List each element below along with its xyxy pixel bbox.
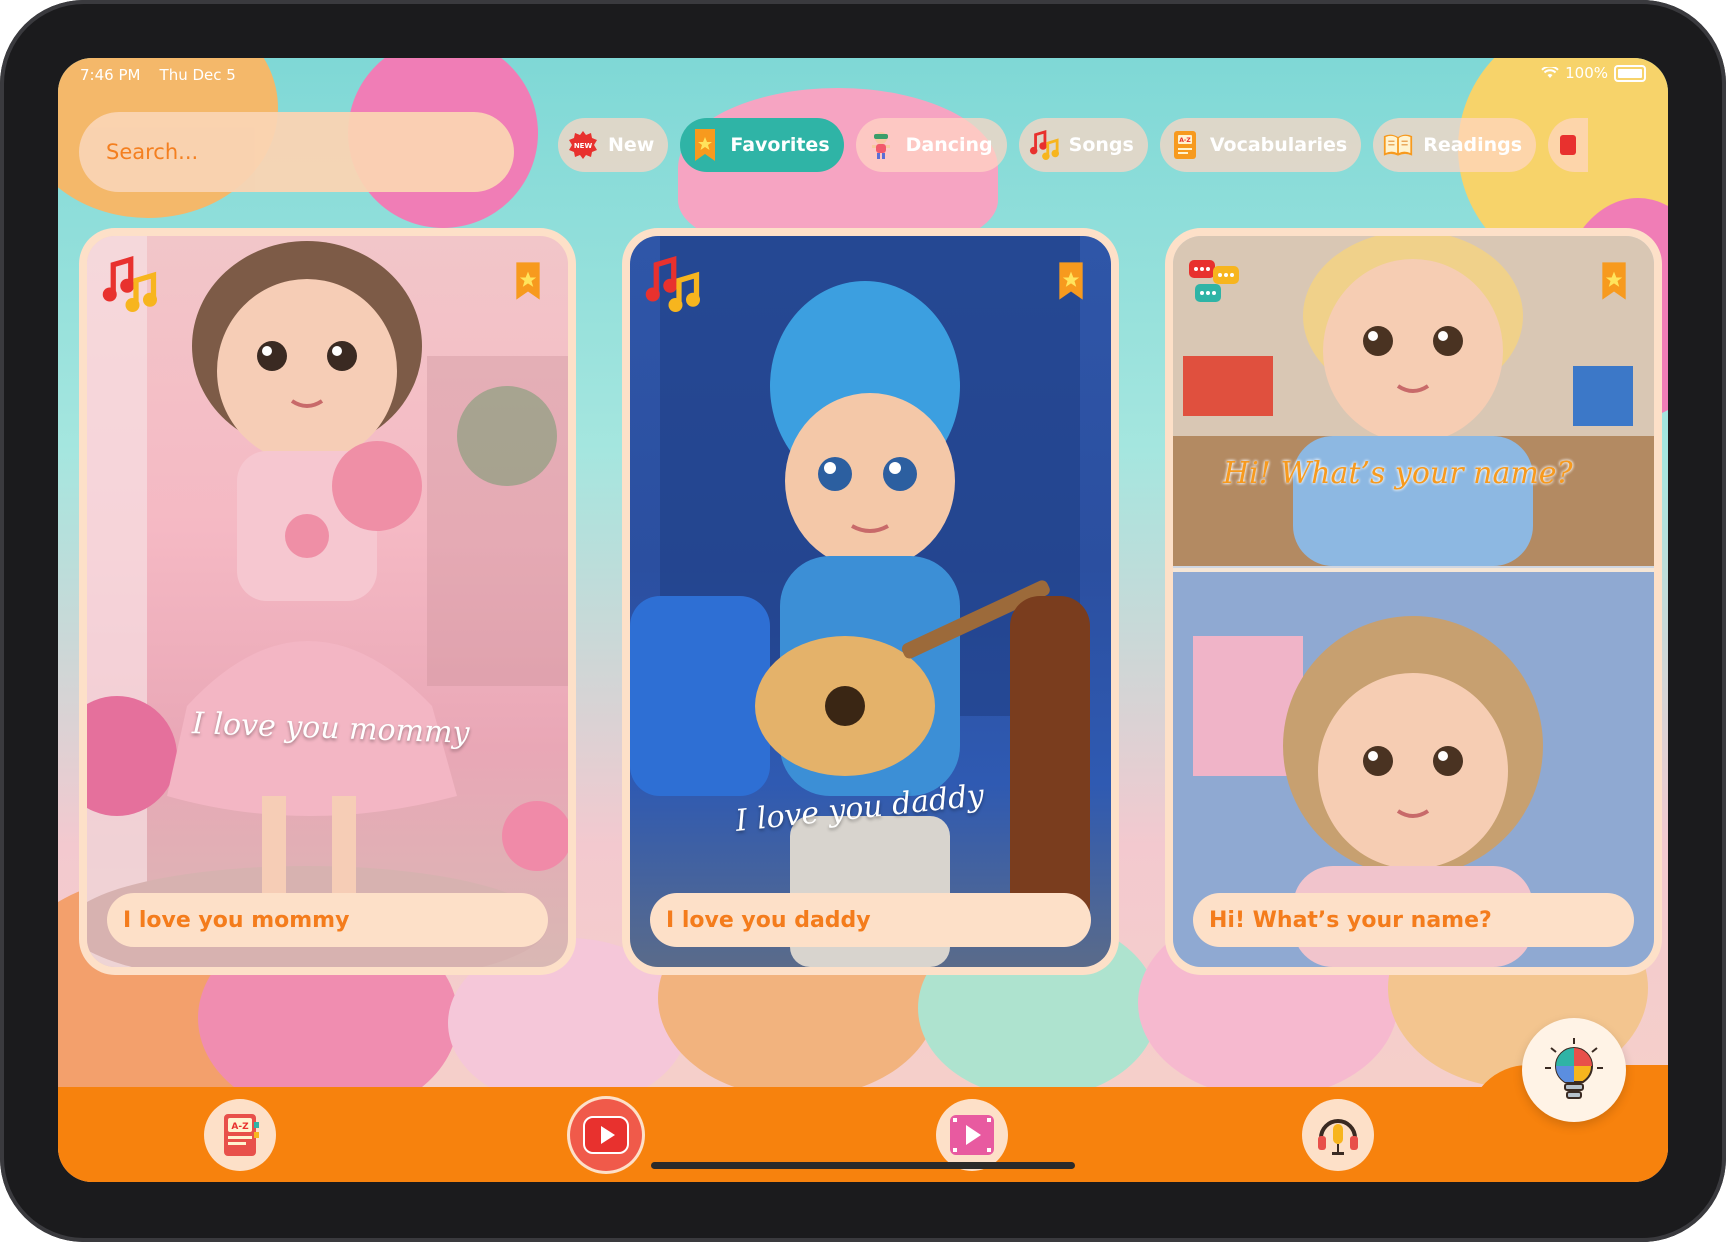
favorite-bookmark-icon[interactable] [514,259,542,303]
music-notes-icon [1029,129,1059,160]
card-thumbnail: I love you mommy I love you mommy [87,236,568,967]
chip-songs[interactable]: Songs [1018,118,1148,172]
tab-movies[interactable] [936,1099,1008,1171]
girl-illustration [87,236,568,967]
svg-text:NEW: NEW [574,142,593,150]
podcast-microphone-icon [1318,1119,1358,1155]
chip-partial[interactable] [1548,118,1589,172]
video-card[interactable]: Hi! What’s your name? Hi! What’s your na… [1165,228,1662,975]
partial-category-icon [1554,130,1582,160]
chip-readings-label: Readings [1423,134,1523,156]
svg-text:A-Z: A-Z [1179,137,1191,144]
card-thumbnail: Hi! What’s your name? Hi! What’s your na… [1173,236,1654,967]
status-date-text: Thu Dec 5 [159,66,236,84]
tab-videos[interactable] [570,1099,642,1171]
card-title: Hi! What’s your name? [1193,893,1634,947]
tab-listening[interactable] [1302,1099,1374,1171]
lightbulb-puzzle-icon [1545,1038,1603,1099]
home-indicator [651,1162,1075,1169]
music-notes-icon [645,256,700,312]
play-button-icon [583,1116,629,1154]
status-time: 7:46 PM Thu Dec 5 [80,66,236,84]
alphabet-book-icon: A-Z [224,1114,259,1156]
chip-dancing-label: Dancing [905,134,993,156]
chip-vocabularies-label: Vocabularies [1209,134,1348,156]
status-time-text: 7:46 PM [80,66,141,84]
favorite-bookmark-icon[interactable] [1057,259,1085,303]
bookmark-star-icon [690,129,720,161]
ideas-fab-button[interactable] [1522,1018,1626,1122]
search-input[interactable]: Search... [79,112,514,192]
video-caption: Hi! What’s your name? [1223,456,1573,491]
card-title-text: I love you daddy [666,907,871,933]
chip-new-label: New [608,134,655,156]
chat-bubbles-icon [1189,260,1239,302]
status-indicators: 100% [1541,64,1646,82]
battery-icon [1614,64,1646,82]
card-title-text: Hi! What’s your name? [1209,907,1492,933]
new-badge-icon: NEW [568,130,598,160]
battery-percent: 100% [1565,64,1608,82]
wifi-icon [1541,67,1559,78]
search-placeholder: Search... [106,140,199,164]
chip-favorites[interactable]: Favorites [680,118,844,172]
dancing-icon [866,130,896,160]
boy-guitar-illustration [630,236,1090,967]
tab-vocabulary[interactable]: A-Z [204,1099,276,1171]
video-card[interactable]: I love you mommy I love you mommy [79,228,576,975]
music-notes-icon [102,256,157,312]
svg-text:A-Z: A-Z [231,1122,249,1132]
card-title: I love you daddy [650,893,1091,947]
favorite-bookmark-icon[interactable] [1600,259,1628,303]
kids-chat-illustration [1173,236,1654,967]
category-chips: NEW New Favorites Dancing Songs A-Z Voca… [558,118,1589,172]
bottom-tab-bar: A-Z [58,1065,1668,1182]
video-player-icon [950,1115,994,1155]
video-card[interactable]: I love you daddy I love you daddy [622,228,1119,975]
card-title-text: I love you mommy [123,907,350,933]
open-book-icon [1383,130,1413,160]
chip-readings[interactable]: Readings [1373,118,1537,172]
vocabulary-book-icon: A-Z [1170,130,1200,160]
chip-dancing[interactable]: Dancing [855,118,1007,172]
chip-songs-label: Songs [1068,134,1134,156]
app-screen: 7:46 PM Thu Dec 5 100% Search... NEW New [58,58,1668,1182]
chip-new[interactable]: NEW New [558,118,669,172]
chip-vocabularies[interactable]: A-Z Vocabularies [1159,118,1362,172]
card-thumbnail: I love you daddy I love you daddy [630,236,1111,967]
card-title: I love you mommy [107,893,548,947]
chip-favorites-label: Favorites [730,134,830,156]
tablet-frame: 7:46 PM Thu Dec 5 100% Search... NEW New [0,0,1726,1242]
